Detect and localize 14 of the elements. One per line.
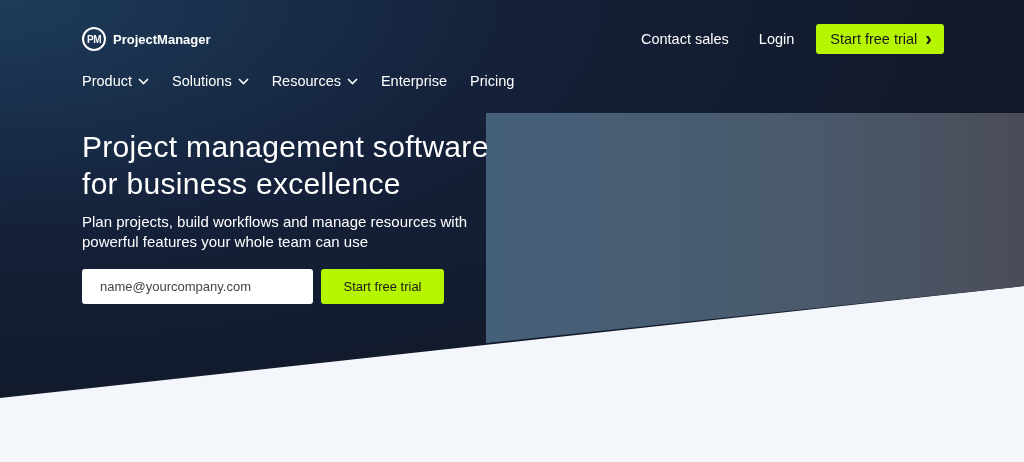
header-link[interactable]: Contact sales — [640, 31, 729, 47]
email-field[interactable]: name@yourcompany.com — [82, 269, 313, 304]
nav-item[interactable]: Resources — [271, 73, 358, 89]
nav-item[interactable]: Pricing — [470, 73, 515, 89]
hero-heading: Project management software for business excellence — [82, 129, 490, 202]
start-trial-button[interactable]: Start free trial — [321, 269, 444, 304]
logo-text[interactable]: ProjectManager — [113, 31, 211, 47]
nav-item[interactable]: Product — [82, 73, 149, 89]
nav-item[interactable]: Enterprise — [380, 73, 448, 89]
start-trial-button[interactable]: Start free trial › — [816, 24, 944, 54]
header-link[interactable]: Login — [758, 31, 795, 47]
logo-mark[interactable]: PM — [82, 27, 106, 51]
nav-item[interactable]: Solutions — [172, 73, 249, 89]
hero-subtitle: Plan projects, build workflows and manage resources with powerful features your whole team can use — [82, 212, 469, 252]
